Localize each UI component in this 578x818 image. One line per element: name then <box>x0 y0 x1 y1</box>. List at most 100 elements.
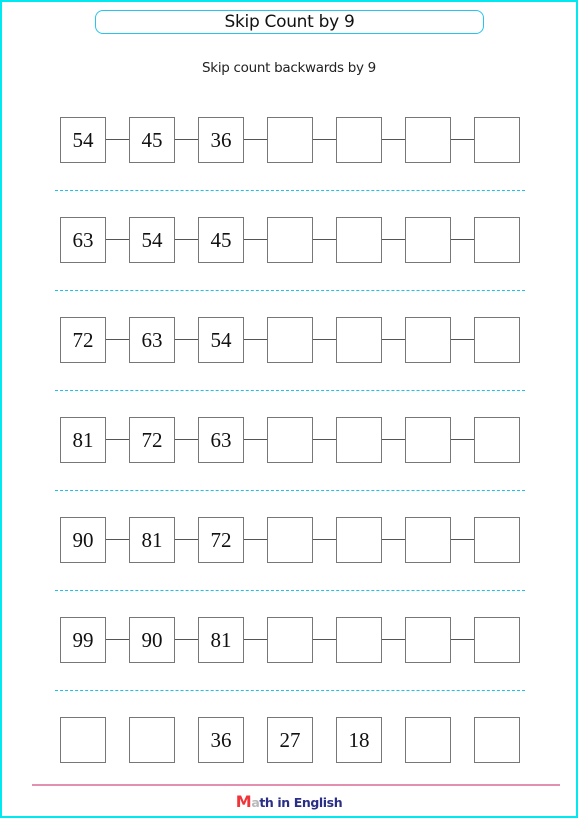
number-box: 90 <box>60 517 106 563</box>
number-box: 45 <box>198 217 244 263</box>
connector-line <box>175 539 198 540</box>
title-box: Skip Count by 9 <box>95 10 484 34</box>
row-divider <box>55 390 525 391</box>
connector-line <box>244 539 267 540</box>
number-box: 72 <box>198 517 244 563</box>
answer-box-empty[interactable] <box>267 417 313 463</box>
answer-box-empty[interactable] <box>267 217 313 263</box>
brand-logo: Math in English <box>0 792 578 811</box>
number-box: 72 <box>129 417 175 463</box>
answer-box-empty[interactable] <box>405 417 451 463</box>
connector-line <box>106 639 129 640</box>
connector-line <box>313 439 336 440</box>
connector-line <box>313 139 336 140</box>
row-divider <box>55 190 525 191</box>
connector-line <box>106 339 129 340</box>
connector-line <box>175 139 198 140</box>
connector-line <box>313 239 336 240</box>
connector-line <box>106 239 129 240</box>
answer-box-empty[interactable] <box>60 717 106 763</box>
answer-box-empty[interactable] <box>267 317 313 363</box>
connector-line <box>175 439 198 440</box>
number-box: 63 <box>129 317 175 363</box>
answer-box-empty[interactable] <box>474 317 520 363</box>
instruction-text: Skip count backwards by 9 <box>202 60 376 76</box>
answer-box-empty[interactable] <box>405 717 451 763</box>
number-box: 63 <box>198 417 244 463</box>
number-sequence-row: 72 63 54 <box>0 317 578 363</box>
connector-line <box>244 239 267 240</box>
connector-line <box>382 239 405 240</box>
connector-line <box>175 639 198 640</box>
answer-box-empty[interactable] <box>267 517 313 563</box>
number-box: 81 <box>60 417 106 463</box>
number-box: 90 <box>129 617 175 663</box>
row-divider <box>55 690 525 691</box>
connector-line <box>313 339 336 340</box>
number-box: 99 <box>60 617 106 663</box>
answer-box-empty[interactable] <box>405 617 451 663</box>
connector-line <box>451 639 474 640</box>
connector-line <box>451 339 474 340</box>
connector-line <box>382 639 405 640</box>
number-box: 81 <box>198 617 244 663</box>
number-box: 63 <box>60 217 106 263</box>
connector-line <box>382 139 405 140</box>
answer-box-empty[interactable] <box>405 117 451 163</box>
answer-box-empty[interactable] <box>474 517 520 563</box>
number-box: 54 <box>60 117 106 163</box>
connector-line <box>244 439 267 440</box>
number-box: 36 <box>198 117 244 163</box>
row-divider <box>55 490 525 491</box>
number-box: 18 <box>336 717 382 763</box>
connector-line <box>451 239 474 240</box>
footer-divider <box>32 784 560 786</box>
logo-text: th in English <box>259 795 343 810</box>
number-box: 27 <box>267 717 313 763</box>
connector-line <box>244 639 267 640</box>
answer-box-empty[interactable] <box>405 217 451 263</box>
answer-box-empty[interactable] <box>267 617 313 663</box>
answer-box-empty[interactable] <box>474 117 520 163</box>
answer-box-empty[interactable] <box>336 417 382 463</box>
answer-box-empty[interactable] <box>336 117 382 163</box>
answer-box-empty[interactable] <box>474 417 520 463</box>
answer-box-empty[interactable] <box>474 217 520 263</box>
row-divider <box>55 290 525 291</box>
answer-box-empty[interactable] <box>474 617 520 663</box>
connector-line <box>175 239 198 240</box>
number-sequence-row: 54 45 36 <box>0 117 578 163</box>
connector-line <box>382 339 405 340</box>
number-box: 72 <box>60 317 106 363</box>
connector-line <box>175 339 198 340</box>
connector-line <box>382 539 405 540</box>
number-sequence-row: 63 54 45 <box>0 217 578 263</box>
connector-line <box>106 439 129 440</box>
answer-box-empty[interactable] <box>129 717 175 763</box>
number-sequence-row: 90 81 72 <box>0 517 578 563</box>
page-title: Skip Count by 9 <box>224 12 355 32</box>
logo-letter-m: M <box>235 792 252 811</box>
connector-line <box>382 439 405 440</box>
row-divider <box>55 590 525 591</box>
number-sequence-row: 99 90 81 <box>0 617 578 663</box>
number-box: 54 <box>129 217 175 263</box>
connector-line <box>244 139 267 140</box>
answer-box-empty[interactable] <box>405 317 451 363</box>
number-sequence-row: 36 27 18 <box>0 717 578 763</box>
connector-line <box>106 139 129 140</box>
connector-line <box>313 539 336 540</box>
answer-box-empty[interactable] <box>474 717 520 763</box>
answer-box-empty[interactable] <box>336 217 382 263</box>
answer-box-empty[interactable] <box>336 617 382 663</box>
connector-line <box>451 539 474 540</box>
number-box: 36 <box>198 717 244 763</box>
connector-line <box>244 339 267 340</box>
answer-box-empty[interactable] <box>405 517 451 563</box>
connector-line <box>106 539 129 540</box>
number-box: 81 <box>129 517 175 563</box>
connector-line <box>451 439 474 440</box>
answer-box-empty[interactable] <box>336 317 382 363</box>
answer-box-empty[interactable] <box>336 517 382 563</box>
answer-box-empty[interactable] <box>267 117 313 163</box>
